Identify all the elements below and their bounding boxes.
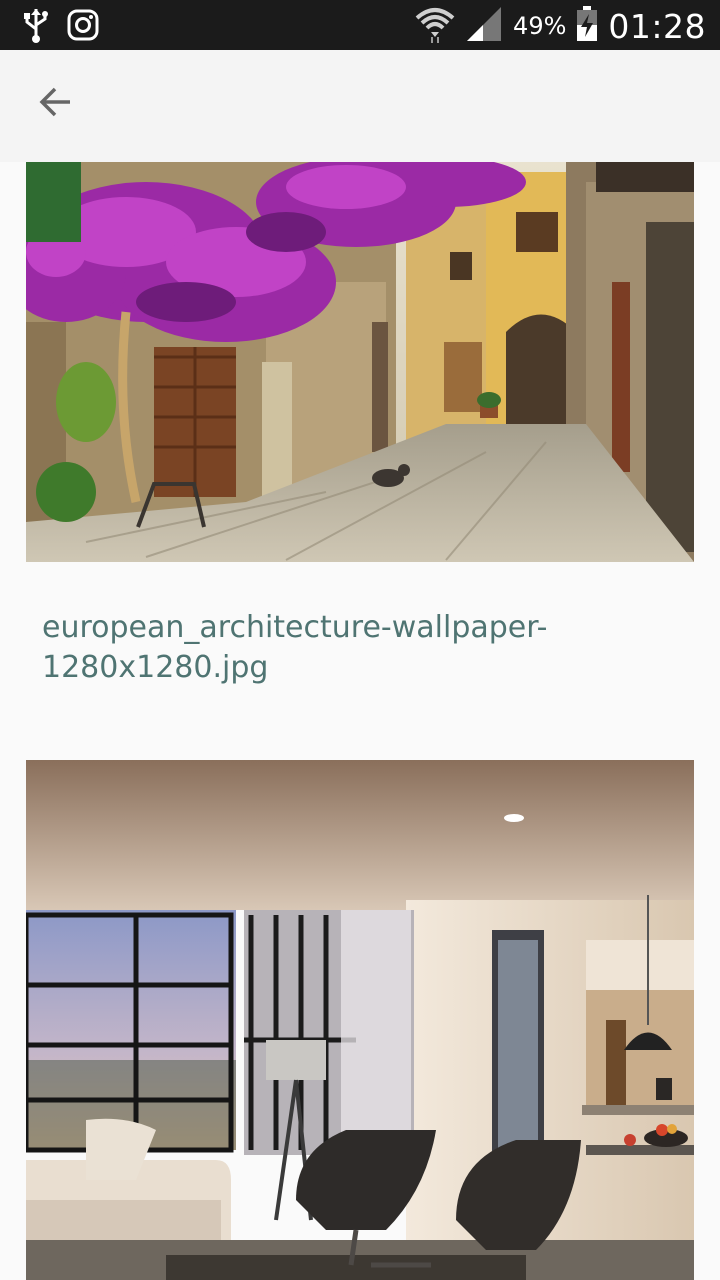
back-button[interactable]: [26, 74, 86, 134]
arrow-back-icon: [38, 84, 74, 124]
image-list: european_architecture-wallpaper-1280x128…: [0, 162, 720, 1280]
battery-charging-icon: [576, 6, 598, 46]
usb-icon: [22, 7, 50, 47]
clock: 01:28: [608, 6, 706, 46]
image-filename: european_architecture-wallpaper-1280x128…: [42, 610, 548, 685]
wifi-icon: [415, 4, 455, 48]
battery-percent: 49%: [513, 12, 567, 40]
instagram-icon: [66, 8, 100, 46]
status-bar: 49% 01:28: [0, 0, 720, 50]
status-left-icons: [22, 7, 100, 47]
status-right-icons: 49% 01:28: [415, 4, 706, 48]
signal-icon: [465, 5, 503, 47]
image-european-street[interactable]: [26, 162, 694, 562]
app-bar: [0, 50, 720, 162]
image-living-room[interactable]: [26, 760, 694, 1280]
